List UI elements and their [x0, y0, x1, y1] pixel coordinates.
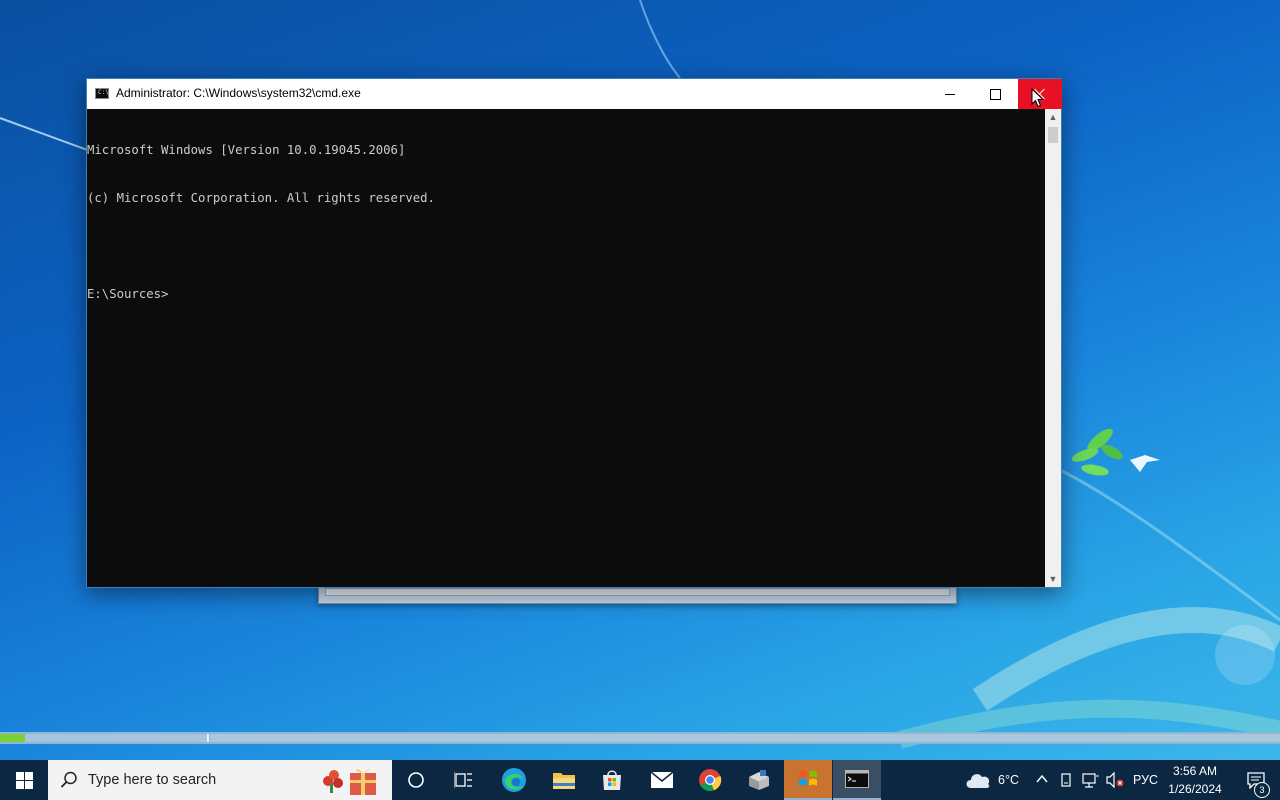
cmd-taskbar-icon	[845, 770, 869, 788]
background-window-frame	[325, 588, 950, 596]
chrome-icon	[699, 769, 722, 792]
edge-taskbar-button[interactable]	[490, 760, 538, 800]
console-output[interactable]: Microsoft Windows [Version 10.0.19045.20…	[87, 109, 1045, 587]
task-view-button[interactable]	[440, 760, 488, 800]
system-clock[interactable]: 3:56 AM 1/26/2024	[1160, 762, 1230, 798]
store-taskbar-button[interactable]	[588, 760, 636, 800]
maximize-icon	[989, 88, 1001, 100]
minimize-button[interactable]	[928, 79, 972, 109]
cmd-taskbar-button[interactable]	[833, 760, 881, 800]
network-icon[interactable]	[1082, 772, 1100, 788]
search-icon	[60, 771, 77, 788]
mail-taskbar-button[interactable]	[638, 760, 686, 800]
file-explorer-taskbar-button[interactable]	[540, 760, 588, 800]
progress-segment-1	[0, 734, 209, 742]
file-explorer-icon	[553, 773, 575, 789]
progress-segment-2	[210, 734, 1280, 742]
taskbar: Type here to search 6°C РУС 3:56 AM 1/26…	[0, 760, 1280, 800]
cortana-button[interactable]	[392, 760, 440, 800]
minimize-icon	[945, 93, 955, 95]
chrome-taskbar-button[interactable]	[686, 760, 734, 800]
white-bird-decoration	[1130, 455, 1160, 472]
edge-icon	[502, 768, 526, 792]
progress-strip	[0, 732, 1280, 744]
speaker-muted-icon[interactable]	[1105, 771, 1125, 789]
installer-icon	[749, 770, 769, 790]
windows-setup-taskbar-button[interactable]	[784, 760, 832, 800]
store-icon	[603, 770, 621, 790]
search-highlight-gift-icon	[323, 768, 376, 795]
cmd-icon[interactable]: C:\	[95, 88, 109, 99]
console-line: Microsoft Windows [Version 10.0.19045.20…	[87, 143, 406, 157]
task-view-icon	[454, 772, 472, 788]
cloud-icon[interactable]	[964, 770, 992, 790]
meet-now-icon[interactable]	[1060, 772, 1074, 788]
mouse-cursor-icon	[1031, 88, 1044, 108]
clock-date: 1/26/2024	[1168, 782, 1222, 796]
start-button[interactable]	[0, 760, 48, 800]
chevron-up-icon[interactable]	[1036, 774, 1048, 784]
cmd-icon-text: C:\	[98, 89, 109, 96]
console-prompt: E:\Sources>	[87, 287, 169, 301]
scroll-up-icon[interactable]: ▲	[1045, 109, 1061, 125]
console-line: (c) Microsoft Corporation. All rights re…	[87, 191, 435, 205]
windows-setup-icon	[799, 770, 817, 786]
maximize-button[interactable]	[973, 79, 1017, 109]
weather-temperature[interactable]: 6°C	[998, 773, 1019, 787]
installer-taskbar-button[interactable]	[735, 760, 783, 800]
taskbar-search-box[interactable]: Type here to search	[48, 760, 392, 800]
mail-icon	[650, 771, 674, 788]
windows-logo-icon	[15, 771, 33, 789]
search-placeholder: Type here to search	[88, 772, 217, 788]
clock-time: 3:56 AM	[1172, 764, 1218, 778]
cortana-icon	[408, 772, 424, 788]
progress-fill	[0, 734, 25, 742]
green-leaves-decoration	[1071, 428, 1123, 476]
notification-count-badge: 3	[1254, 782, 1270, 798]
input-language-indicator[interactable]: РУС	[1133, 773, 1158, 787]
vertical-scrollbar[interactable]: ▲ ▼	[1045, 109, 1061, 587]
action-center-button[interactable]: 3	[1232, 760, 1280, 800]
scrollbar-thumb[interactable]	[1048, 127, 1058, 143]
title-bar[interactable]: C:\ Administrator: C:\Windows\system32\c…	[87, 79, 1062, 109]
window-title: Administrator: C:\Windows\system32\cmd.e…	[116, 86, 361, 100]
cmd-window[interactable]: C:\ Administrator: C:\Windows\system32\c…	[86, 78, 1062, 588]
scroll-down-icon[interactable]: ▼	[1045, 571, 1061, 587]
